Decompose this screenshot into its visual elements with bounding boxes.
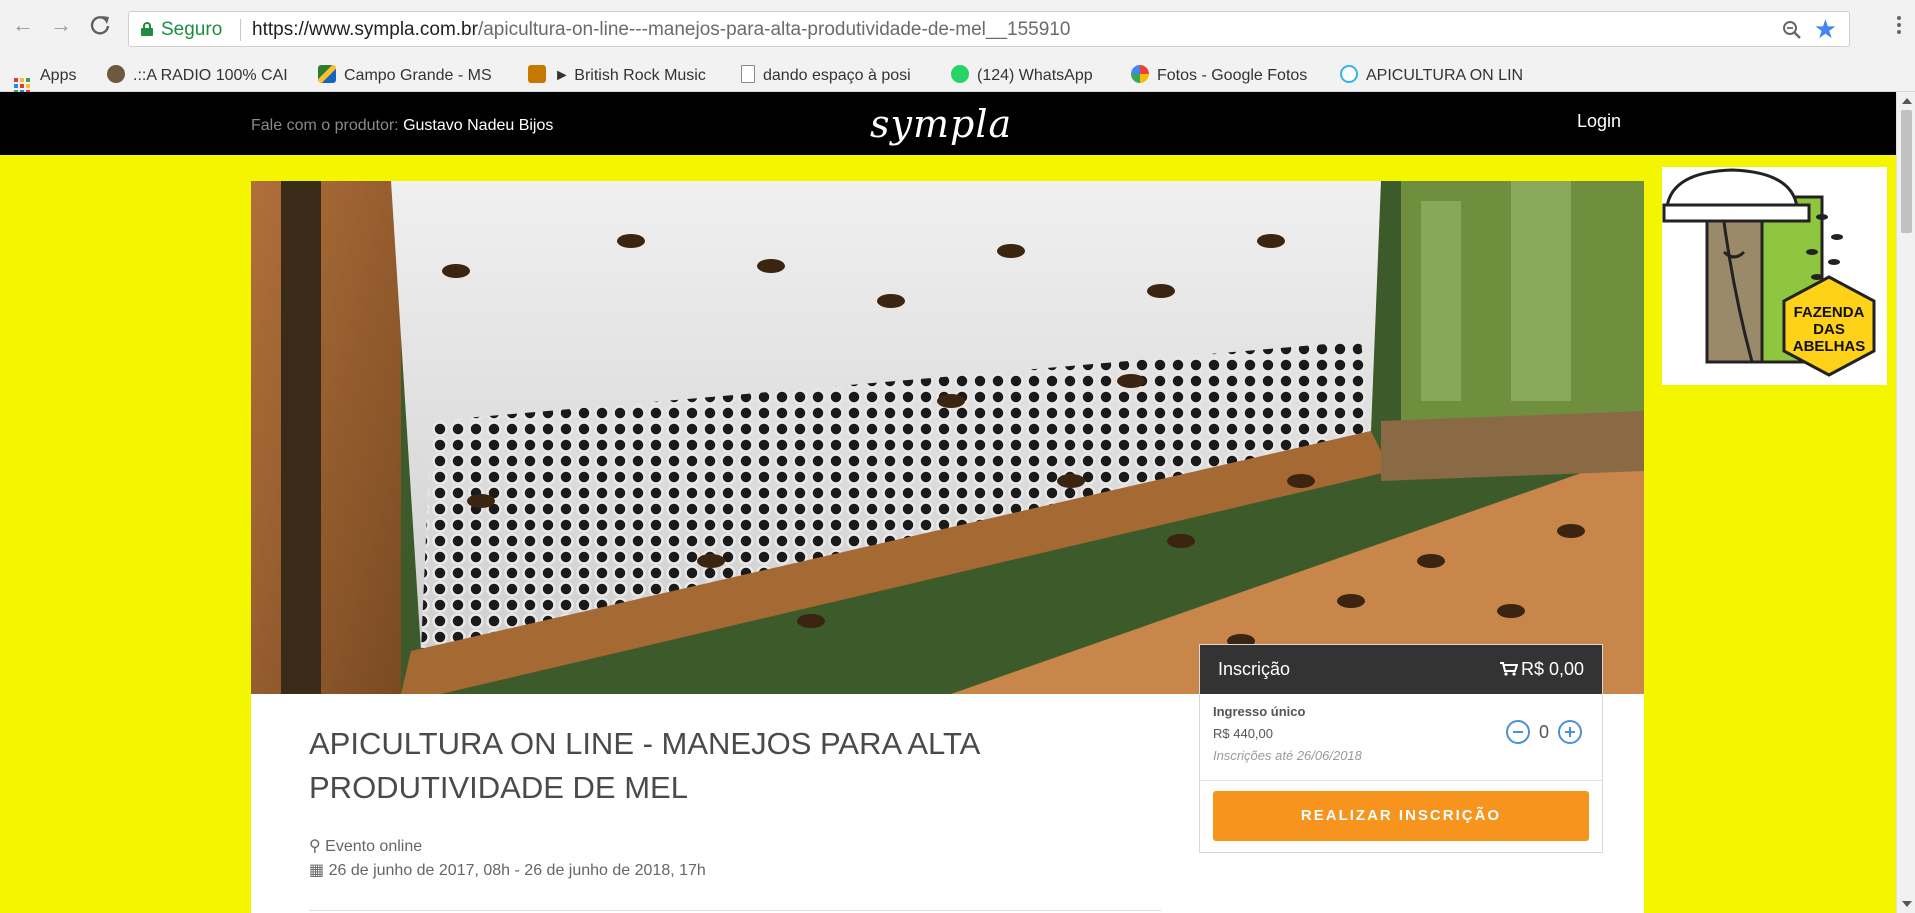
logo-text-line2: DAS: [1813, 321, 1845, 338]
bookmark-label: APICULTURA ON LIN: [1366, 67, 1524, 84]
ticket-header-label: Inscrição: [1218, 659, 1291, 679]
ticket-divider: [1200, 780, 1602, 781]
contact-prefix: Fale com o produtor:: [251, 117, 399, 134]
cart-total[interactable]: R$ 0,00: [1499, 659, 1584, 680]
back-arrow-icon[interactable]: ←: [12, 14, 34, 36]
event-title: APICULTURA ON LINE - MANEJOS PARA ALTA P…: [309, 726, 979, 805]
bookmark-whatsapp[interactable]: (124) WhatsApp: [951, 65, 1093, 87]
event-date-text: 26 de junho de 2017, 08h - 26 de junho d…: [328, 862, 706, 879]
bookmark-label: Campo Grande - MS: [344, 67, 492, 84]
ticket-panel: Inscrição R$ 0,00 Ingresso único R$ 440,…: [1199, 644, 1603, 853]
secure-label: Seguro: [161, 19, 223, 40]
radio-icon: [107, 65, 125, 83]
browser-toolbar: ← → Seguro https://www.sympla.com.br/api…: [0, 0, 1915, 58]
page-icon: [741, 65, 755, 83]
address-bar[interactable]: Seguro https://www.sympla.com.br/apicult…: [128, 11, 1850, 47]
url-path: /apicultura-on-line---manejos-para-alta-…: [477, 19, 1071, 40]
bookmark-label: Fotos - Google Fotos: [1157, 67, 1308, 84]
scroll-up-arrow-icon[interactable]: [1902, 98, 1912, 104]
producer-name: Gustavo Nadeu Bijos: [403, 117, 554, 134]
lock-icon: [141, 22, 153, 36]
scroll-thumb[interactable]: [1901, 110, 1912, 233]
quantity-value: 0: [1538, 721, 1549, 742]
page-scrollbar[interactable]: [1896, 92, 1915, 913]
cart-total-value: R$ 0,00: [1520, 659, 1584, 679]
register-button[interactable]: REALIZAR INSCRIÇÃO: [1213, 791, 1589, 841]
login-link[interactable]: Login: [1577, 111, 1621, 132]
scroll-down-arrow-icon[interactable]: [1902, 901, 1912, 907]
event-location: ⚲ Evento online: [309, 836, 422, 856]
cart-icon: [1499, 662, 1518, 676]
event-banner-image: [251, 181, 1644, 694]
plus-circle-icon[interactable]: [1558, 720, 1582, 744]
ticket-price: R$ 440,00: [1213, 726, 1273, 741]
calendar-icon: ▦: [309, 862, 325, 879]
bookmark-label: dando espaço à posi: [763, 67, 911, 84]
fazenda-das-abelhas-logo: FAZENDA DAS ABELHAS: [1662, 167, 1887, 385]
contact-producer[interactable]: Fale com o produtor: Gustavo Nadeu Bijos: [251, 117, 553, 135]
bookmark-british-rock[interactable]: ► British Rock Music: [528, 65, 724, 87]
bookmark-apps[interactable]: Apps: [14, 65, 77, 94]
sympla-icon: [1340, 65, 1358, 83]
music-icon: [528, 65, 546, 83]
url-text[interactable]: https://www.sympla.com.br/apicultura-on-…: [252, 19, 1070, 41]
bookmark-flag-icon: [318, 65, 336, 83]
event-date: ▦ 26 de junho de 2017, 08h - 26 de junho…: [309, 860, 706, 880]
forward-arrow-icon[interactable]: →: [50, 14, 72, 36]
ticket-deadline: Inscrições até 26/06/2018: [1213, 748, 1362, 763]
logo-text-line3: ABELHAS: [1793, 338, 1866, 355]
minus-circle-icon[interactable]: [1505, 720, 1530, 744]
bookmark-label: Apps: [40, 67, 77, 84]
browser-menu-icon[interactable]: [1897, 16, 1901, 36]
event-location-text: Evento online: [325, 838, 423, 855]
bookmark-label: (124) WhatsApp: [977, 67, 1093, 84]
bookmark-dando-espaco[interactable]: dando espaço à posi: [741, 65, 939, 87]
zoom-icon[interactable]: [1781, 19, 1803, 41]
bookmarks-bar: Apps .::A RADIO 100% CAI Campo Grande - …: [0, 58, 1915, 94]
bookmark-label: ► British Rock Music: [554, 67, 706, 84]
address-separator: [240, 19, 241, 41]
whatsapp-icon: [951, 65, 969, 83]
site-header: Fale com o produtor: Gustavo Nadeu Bijos…: [0, 92, 1896, 155]
ticket-name: Ingresso único: [1213, 704, 1306, 719]
page-viewport: Fale com o produtor: Gustavo Nadeu Bijos…: [0, 92, 1896, 913]
bookmark-radio[interactable]: .::A RADIO 100% CAI: [107, 65, 303, 87]
divider: [309, 910, 1161, 911]
reload-icon[interactable]: [89, 14, 111, 36]
sympla-logo[interactable]: sympla: [870, 102, 1012, 146]
map-marker-icon: ⚲: [309, 838, 321, 855]
quantity-stepper: 0: [1505, 719, 1582, 745]
url-host: https://www.sympla.com.br: [252, 19, 478, 40]
bookmark-star-icon[interactable]: ★: [1814, 15, 1837, 43]
bookmark-campo-grande[interactable]: Campo Grande - MS: [318, 65, 492, 87]
bookmark-label: .::A RADIO 100% CAI: [133, 67, 288, 84]
bookmark-apicultura[interactable]: APICULTURA ON LIN: [1340, 65, 1530, 87]
ticket-header: Inscrição R$ 0,00: [1200, 645, 1602, 694]
logo-text-line1: FAZENDA: [1794, 304, 1865, 321]
google-photos-icon: [1131, 65, 1149, 83]
bookmark-google-photos[interactable]: Fotos - Google Fotos: [1131, 65, 1327, 87]
